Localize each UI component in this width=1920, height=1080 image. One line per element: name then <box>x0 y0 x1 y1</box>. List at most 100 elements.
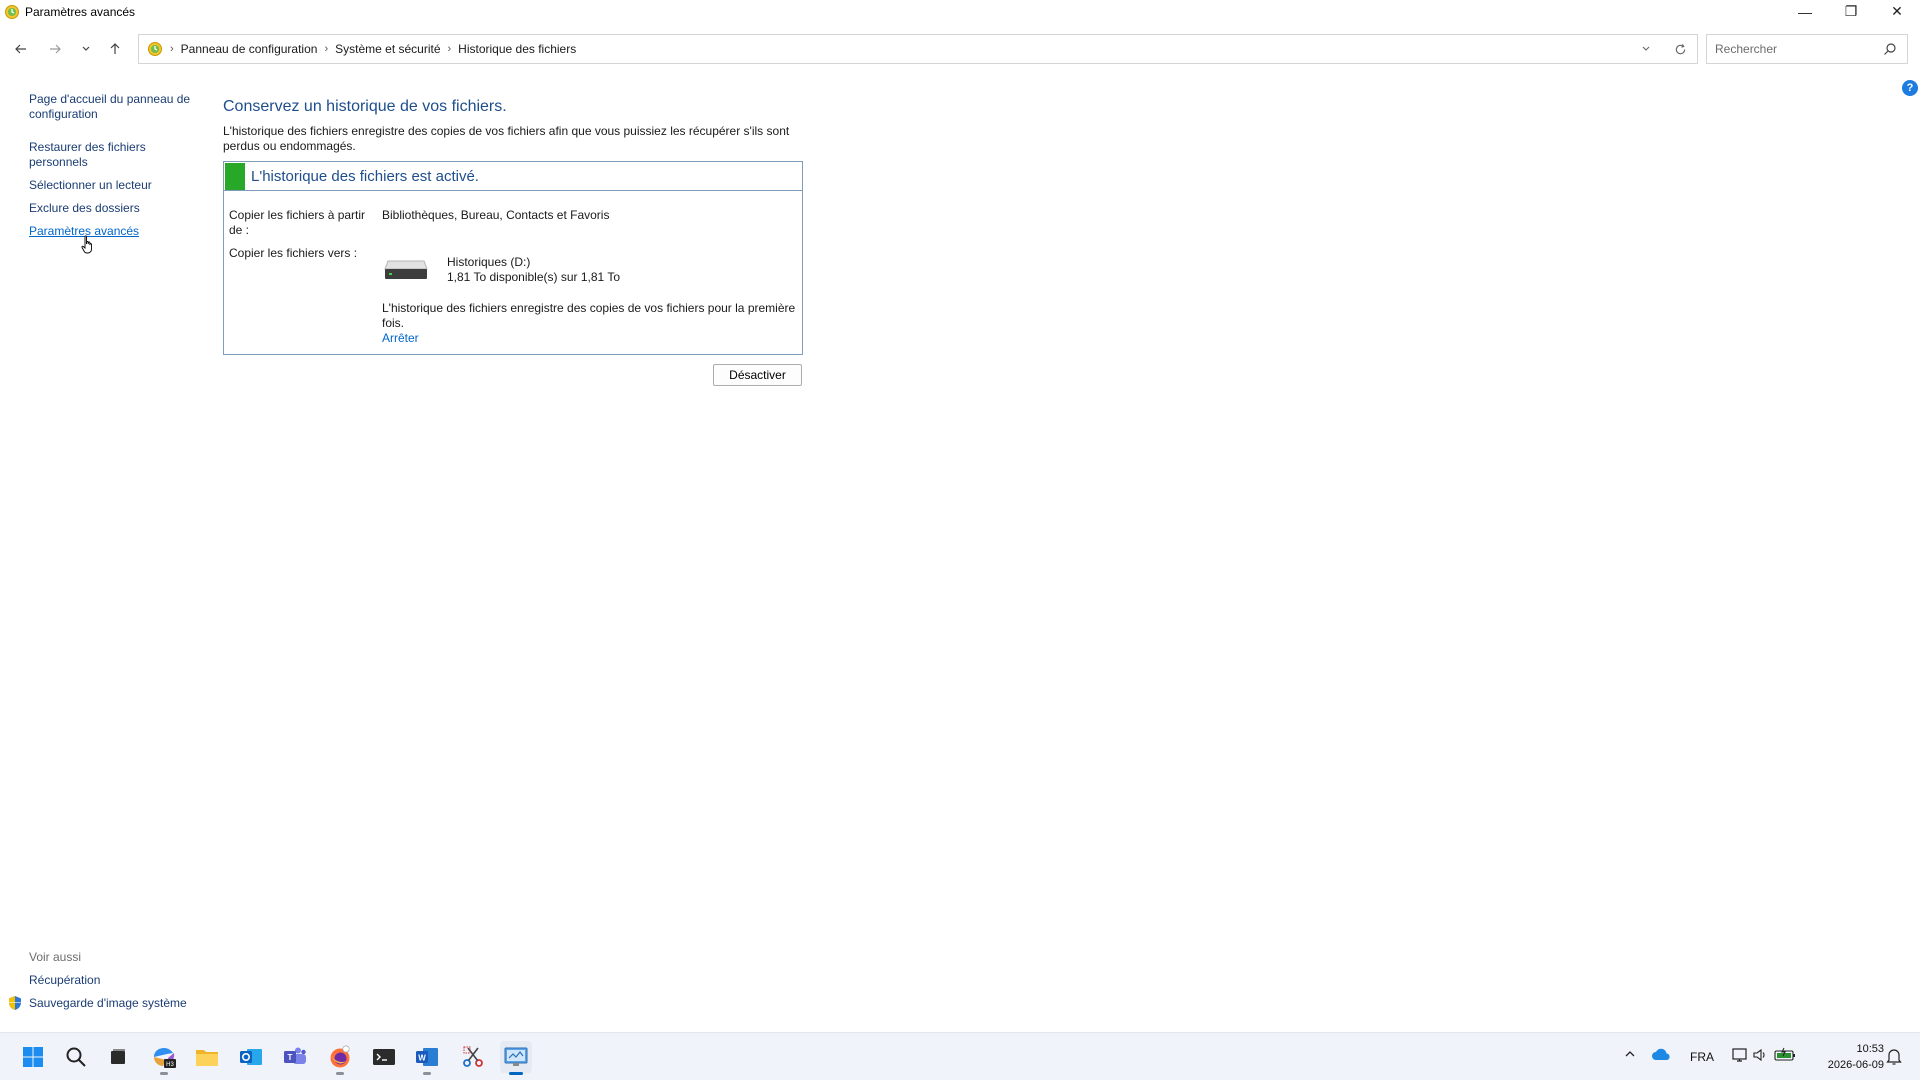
status-title: L'historique des fichiers est activé. <box>251 167 479 185</box>
forward-button[interactable] <box>42 36 68 62</box>
navigation-bar: › Panneau de configuration › Système et … <box>0 28 1920 70</box>
search-box[interactable] <box>1706 34 1908 64</box>
taskbar-outlook[interactable] <box>235 1041 267 1073</box>
disable-button[interactable]: Désactiver <box>713 364 802 386</box>
arrow-right-icon <box>50 44 61 54</box>
outlook-icon <box>240 1049 262 1065</box>
clock-date: 2026-06-09 <box>1827 1059 1884 1071</box>
status-note: L'historique des fichiers enregistre des… <box>382 301 796 330</box>
volume-icon <box>1753 1048 1765 1062</box>
address-dropdown-button[interactable] <box>1629 44 1663 54</box>
link-select-drive[interactable]: Sélectionner un lecteur <box>29 178 152 193</box>
taskbar-search-button[interactable] <box>60 1041 92 1073</box>
language-indicator[interactable]: FRA <box>1690 1050 1714 1064</box>
link-restore-files[interactable]: Restaurer des fichiers personnels <box>29 140 159 170</box>
shield-icon <box>9 996 21 1010</box>
search-icon <box>66 1047 86 1067</box>
chevron-down-icon <box>82 46 90 51</box>
breadcrumb-file-history[interactable]: Historique des fichiers <box>458 42 576 56</box>
refresh-icon <box>1675 43 1685 54</box>
copy-to-label: Copier les fichiers vers : <box>229 246 358 260</box>
show-hidden-icons-button[interactable] <box>1624 1048 1636 1063</box>
snipping-tool-icon <box>463 1046 483 1067</box>
page-description: L'historique des fichiers enregistre des… <box>223 124 790 153</box>
clock-time: 10:53 <box>1856 1043 1884 1055</box>
svg-text:H3: H3 <box>166 1062 174 1068</box>
search-input[interactable] <box>1715 42 1875 56</box>
file-history-icon <box>5 4 19 19</box>
back-button[interactable] <box>8 36 34 62</box>
svg-text:W: W <box>418 1054 426 1063</box>
breadcrumb-separator-icon: › <box>170 43 174 55</box>
window-title: Paramètres avancés <box>25 4 136 19</box>
search-icon <box>1884 43 1896 55</box>
restore-button[interactable]: ❐ <box>1828 0 1874 23</box>
terminal-icon <box>373 1049 395 1065</box>
teams-icon: T <box>284 1047 306 1064</box>
file-explorer-icon <box>196 1050 218 1066</box>
help-icon[interactable]: ? <box>1902 80 1918 96</box>
breadcrumb-separator-icon[interactable]: › <box>324 43 328 55</box>
copilot-icon: H3 <box>154 1048 176 1068</box>
battery-button[interactable] <box>1774 1047 1796 1066</box>
link-system-image-backup[interactable]: Sauvegarde d'image système <box>29 996 187 1010</box>
svg-text:T: T <box>288 1053 293 1062</box>
taskbar-copilot[interactable]: H3 <box>148 1041 180 1075</box>
recent-locations-button[interactable] <box>73 36 99 62</box>
arrow-up-icon <box>110 43 120 54</box>
breadcrumb-system-security[interactable]: Système et sécurité <box>335 42 440 56</box>
drive-space: 1,81 To disponible(s) sur 1,81 To <box>447 270 620 284</box>
minimize-button[interactable]: — <box>1782 0 1828 23</box>
drive-icon <box>384 260 428 279</box>
copy-from-label: Copier les fichiers à partir de : <box>229 208 366 237</box>
volume-button[interactable] <box>1752 1047 1768 1066</box>
taskbar-file-explorer[interactable] <box>191 1041 223 1073</box>
link-recovery[interactable]: Récupération <box>29 973 100 987</box>
refresh-button[interactable] <box>1663 43 1697 56</box>
hand-cursor-icon <box>81 235 92 254</box>
stop-link[interactable]: Arrêter <box>382 331 419 345</box>
notifications-button[interactable] <box>1886 1048 1902 1069</box>
task-view-icon <box>111 1049 125 1064</box>
taskbar-control-panel[interactable] <box>500 1041 532 1075</box>
battery-icon <box>1774 1047 1795 1061</box>
title-bar: Paramètres avancés — ❐ ✕ <box>0 0 1920 23</box>
start-icon <box>23 1047 43 1067</box>
drive-name: Historiques (D:) <box>447 255 531 269</box>
link-control-panel-home[interactable]: Page d'accueil du panneau de configurati… <box>29 92 194 122</box>
clock[interactable]: 10:53 2026-06-09 <box>1828 1041 1884 1073</box>
arrow-left-icon <box>15 44 26 54</box>
link-exclude-folders[interactable]: Exclure des dossiers <box>29 201 140 216</box>
onedrive-icon <box>1652 1048 1670 1060</box>
see-also-header: Voir aussi <box>29 950 82 964</box>
breadcrumb-control-panel[interactable]: Panneau de configuration <box>181 42 318 56</box>
status-panel: L'historique des fichiers est activé. Co… <box>223 161 803 355</box>
breadcrumb-separator-icon[interactable]: › <box>448 43 452 55</box>
taskbar-snipping-tool[interactable] <box>457 1041 489 1073</box>
close-button[interactable]: ✕ <box>1874 0 1920 23</box>
chevron-up-icon <box>1625 1051 1635 1057</box>
taskbar-word[interactable]: W <box>411 1041 443 1075</box>
control-panel-icon <box>504 1047 528 1066</box>
close-icon: ✕ <box>1891 3 1903 19</box>
restore-icon: ❐ <box>1844 3 1858 19</box>
notification-bell-icon <box>1886 1049 1902 1065</box>
network-button[interactable] <box>1731 1047 1749 1066</box>
address-bar[interactable]: › Panneau de configuration › Système et … <box>138 34 1698 64</box>
copy-from-value: Bibliothèques, Bureau, Contacts et Favor… <box>382 208 610 222</box>
network-icon <box>1732 1048 1747 1062</box>
status-header: L'historique des fichiers est activé. <box>224 162 802 191</box>
firefox-icon <box>330 1045 350 1068</box>
chevron-down-icon <box>1642 46 1650 51</box>
taskbar-firefox[interactable] <box>324 1041 356 1075</box>
control-panel-icon <box>148 42 162 56</box>
taskbar-teams[interactable]: T <box>279 1041 311 1073</box>
taskbar-terminal[interactable] <box>368 1041 400 1073</box>
start-button[interactable] <box>17 1041 49 1073</box>
task-view-button[interactable] <box>102 1041 134 1073</box>
word-icon: W <box>416 1048 438 1066</box>
up-button[interactable] <box>102 36 128 62</box>
page-title: Conservez un historique de vos fichiers. <box>223 98 507 115</box>
onedrive-button[interactable] <box>1651 1047 1671 1064</box>
status-color-bar <box>225 162 245 190</box>
